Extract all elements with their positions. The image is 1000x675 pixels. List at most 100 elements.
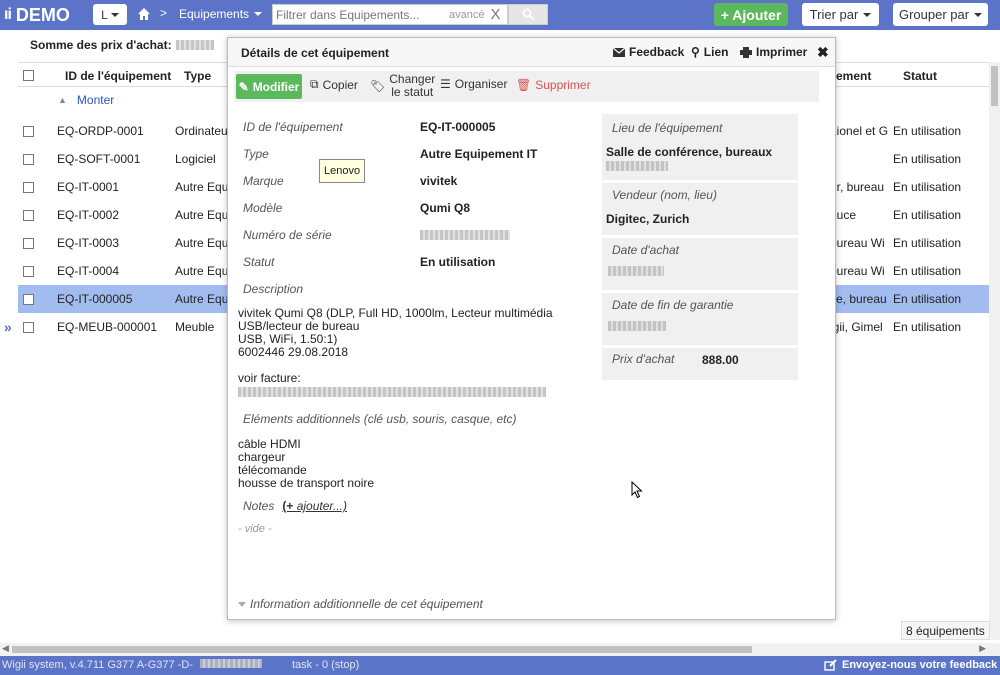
- top-bar: ıi DEMO L > Equipements avancé X + Ajout…: [0, 0, 1000, 30]
- scroll-thumb[interactable]: [991, 66, 998, 106]
- panel-title: Détails de cet équipement: [241, 46, 390, 60]
- cell-type: Autre Equ: [175, 180, 227, 194]
- modify-button[interactable]: ✎ Modifier: [236, 74, 302, 99]
- feedback-link[interactable]: Envoyez-nous votre feedback: [824, 659, 997, 671]
- organize-button[interactable]: ☰ Organiser: [440, 77, 507, 91]
- field-label-model: Modèle: [243, 201, 283, 215]
- field-label-type: Type: [243, 147, 269, 161]
- copy-button[interactable]: ⧉ Copier: [310, 77, 358, 92]
- scroll-right-icon[interactable]: ▶: [979, 643, 986, 654]
- redacted-warranty-date: [608, 321, 666, 331]
- delete-button[interactable]: 🗑 Supprimer: [516, 78, 591, 92]
- panel-toolbar: ✎ Modifier ⧉ Copier 🏷 Changer le statut …: [234, 71, 819, 102]
- feedback-button[interactable]: Feedback: [613, 45, 684, 59]
- add-note-link[interactable]: (+ ajouter...): [282, 499, 347, 513]
- scroll-left-icon[interactable]: ◀: [2, 643, 9, 654]
- app-logo[interactable]: ıi DEMO: [4, 3, 70, 27]
- add-note-prefix: (+: [282, 499, 297, 513]
- cell-id: EQ-MEUB-000001: [57, 320, 158, 334]
- clear-search-icon[interactable]: X: [490, 6, 500, 23]
- additional-info-toggle[interactable]: Information additionnelle de cet équipem…: [238, 597, 483, 611]
- cell-location: igii, Gimel: [830, 320, 883, 334]
- link-button[interactable]: ⚲ Lien: [691, 45, 728, 59]
- modify-label: Modifier: [252, 79, 300, 94]
- cell-status: En utilisation: [893, 152, 962, 166]
- trash-icon: 🗑: [516, 78, 532, 92]
- field-value-status: En utilisation: [420, 255, 496, 269]
- scroll-thumb[interactable]: [12, 646, 752, 653]
- advanced-search-link[interactable]: avancé: [449, 9, 484, 21]
- cell-id: EQ-IT-000005: [57, 292, 133, 306]
- chevron-down-icon: [254, 12, 263, 16]
- cell-status: En utilisation: [893, 208, 962, 222]
- print-button[interactable]: Imprimer: [740, 45, 807, 59]
- description-line: 6002446 29.08.2018: [238, 345, 349, 359]
- close-icon[interactable]: ✖: [817, 44, 829, 61]
- link-label: Lien: [703, 45, 729, 59]
- row-checkbox[interactable]: [23, 154, 34, 165]
- vendor-card: Vendeur (nom, lieu) Digitec, Zurich: [602, 183, 798, 235]
- select-all-checkbox[interactable]: [23, 70, 34, 81]
- go-up-link[interactable]: ▲ Monter: [58, 93, 114, 107]
- row-checkbox[interactable]: [23, 126, 34, 137]
- change-status-label-1: Changer: [389, 72, 436, 86]
- search-input[interactable]: [273, 7, 443, 22]
- breadcrumb-label: Equipements: [179, 7, 250, 21]
- cell-location: Luce: [830, 208, 857, 222]
- change-status-label-2: le statut: [391, 85, 434, 99]
- row-checkbox[interactable]: [23, 266, 34, 277]
- price-card: Prix d'achat 888.00: [602, 348, 798, 380]
- change-status-button[interactable]: 🏷 Changer le statut: [370, 73, 435, 99]
- cell-id: EQ-IT-0003: [57, 236, 120, 250]
- item-count: 8 équipements: [901, 621, 990, 640]
- horizontal-scrollbar[interactable]: ◀ ▶: [0, 643, 1000, 656]
- add-button[interactable]: + Ajouter: [714, 3, 788, 26]
- home-icon[interactable]: [137, 7, 151, 21]
- tooltip: Lenovo: [319, 159, 366, 183]
- search-button[interactable]: [508, 4, 548, 25]
- field-label-id: ID de l'équipement: [243, 120, 343, 134]
- redacted-sum: [175, 40, 214, 50]
- cell-location: ce, bureau: [830, 292, 887, 306]
- envelope-icon: [613, 47, 625, 57]
- list-icon: ☰: [440, 77, 451, 91]
- extra-item: câble HDMI: [238, 437, 301, 451]
- row-checkbox[interactable]: [23, 182, 34, 193]
- breadcrumb-separator-icon: >: [160, 6, 168, 20]
- cell-status: En utilisation: [893, 180, 962, 194]
- column-header-location[interactable]: ement: [836, 69, 871, 83]
- vertical-scrollbar[interactable]: [989, 62, 1000, 640]
- breadcrumb-module[interactable]: Equipements: [179, 7, 263, 21]
- cell-type: Logiciel: [175, 152, 216, 166]
- field-label-status: Statut: [243, 255, 275, 269]
- location-value: Salle de conférence, bureaux: [606, 145, 773, 159]
- task-status: task - 0 (stop): [292, 659, 360, 671]
- cell-type: Autre Equ: [175, 236, 227, 250]
- user-menu-button[interactable]: L: [93, 4, 127, 25]
- app-name: DEMO: [15, 4, 70, 25]
- column-header-id[interactable]: ID de l'équipement: [65, 69, 171, 83]
- warranty-label: Date de fin de garantie: [612, 298, 734, 312]
- redacted-invoice-link[interactable]: [238, 387, 546, 397]
- row-checkbox[interactable]: [23, 238, 34, 249]
- row-checkbox[interactable]: [23, 322, 34, 333]
- sort-by-button[interactable]: Trier par: [802, 3, 879, 26]
- vendor-value: Digitec, Zurich: [606, 212, 690, 226]
- notes-section: Notes (+ ajouter...): [243, 499, 347, 513]
- delete-label: Supprimer: [535, 78, 591, 92]
- field-value-id: EQ-IT-000005: [420, 120, 496, 134]
- cell-id: EQ-SOFT-0001: [57, 152, 141, 166]
- column-header-status[interactable]: Statut: [903, 69, 937, 83]
- cell-id: EQ-IT-0001: [57, 180, 120, 194]
- purchase-date-label: Date d'achat: [612, 243, 680, 257]
- row-checkbox[interactable]: [23, 210, 34, 221]
- cell-status: En utilisation: [893, 236, 962, 250]
- expand-sidebar-icon[interactable]: »: [4, 319, 12, 335]
- field-label-brand: Marque: [243, 174, 284, 188]
- chevron-down-icon: [863, 12, 872, 17]
- add-note-label: ajouter...): [296, 499, 347, 513]
- group-by-button[interactable]: Grouper par: [893, 3, 988, 26]
- wigii-logo-icon: ıi: [4, 6, 12, 23]
- column-header-type[interactable]: Type: [184, 69, 211, 83]
- row-checkbox[interactable]: [23, 294, 34, 305]
